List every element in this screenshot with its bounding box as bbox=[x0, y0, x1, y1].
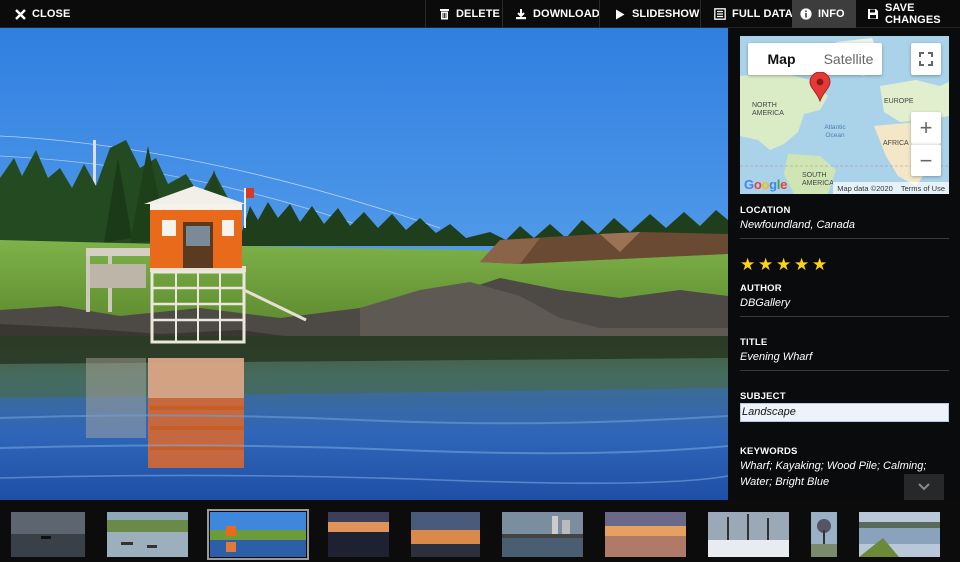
map-data-text: Map data ©2020 bbox=[837, 183, 893, 193]
thumbnail-image bbox=[502, 512, 583, 557]
download-icon bbox=[515, 8, 527, 20]
author-label: AUTHOR bbox=[740, 283, 782, 294]
divider bbox=[740, 370, 949, 371]
location-label: LOCATION bbox=[740, 205, 791, 216]
close-button[interactable]: CLOSE bbox=[6, 0, 78, 28]
trash-icon bbox=[438, 8, 450, 20]
thumbnail-image bbox=[605, 512, 686, 557]
thumbnail[interactable] bbox=[502, 512, 583, 557]
toolbar: CLOSE DELETE DOWNLOAD SLIDESHOW FULL DAT… bbox=[0, 0, 960, 28]
thumbnail-selected[interactable] bbox=[207, 509, 309, 560]
map-footer: Map data ©2020 Terms of Use bbox=[833, 182, 949, 194]
filmstrip bbox=[0, 500, 960, 562]
star-icon[interactable]: ★ bbox=[758, 256, 773, 273]
location-map[interactable]: Map Satellite + − NORTH AMERICA Atlantic… bbox=[740, 36, 949, 194]
info-panel: Map Satellite + − NORTH AMERICA Atlantic… bbox=[728, 28, 960, 500]
fullscreen-button[interactable] bbox=[911, 43, 941, 75]
title-label: TITLE bbox=[740, 337, 768, 348]
slideshow-button[interactable]: SLIDESHOW bbox=[606, 0, 708, 28]
info-icon bbox=[800, 8, 812, 20]
thumbnail-image bbox=[411, 512, 480, 557]
close-label: CLOSE bbox=[32, 8, 71, 20]
subject-label: SUBJECT bbox=[740, 391, 786, 402]
download-label: DOWNLOAD bbox=[533, 8, 600, 20]
delete-label: DELETE bbox=[456, 8, 500, 20]
thumbnail-image bbox=[328, 512, 389, 557]
thumbnail[interactable] bbox=[11, 512, 85, 557]
zoom-out-button[interactable]: − bbox=[911, 144, 941, 176]
save-changes-label: SAVE CHANGES bbox=[885, 2, 941, 26]
save-changes-button[interactable]: SAVE CHANGES bbox=[859, 0, 960, 28]
thumbnail[interactable] bbox=[328, 512, 389, 557]
africa-label: AFRICA bbox=[883, 140, 909, 147]
full-data-label: FULL DATA bbox=[732, 8, 793, 20]
star-icon[interactable]: ★ bbox=[812, 256, 827, 273]
satellite-tab[interactable]: Satellite bbox=[815, 43, 882, 75]
thumbnail[interactable] bbox=[411, 512, 480, 557]
star-icon[interactable]: ★ bbox=[794, 256, 809, 273]
scroll-down-button[interactable] bbox=[904, 474, 944, 500]
thumbnail[interactable] bbox=[811, 512, 837, 557]
thumbnail-image bbox=[11, 512, 85, 557]
map-pin-icon bbox=[809, 71, 831, 107]
map-tab[interactable]: Map bbox=[748, 43, 815, 75]
full-data-button[interactable]: FULL DATA bbox=[706, 0, 801, 28]
thumbnail-image bbox=[708, 512, 789, 557]
europe-label: EUROPE bbox=[884, 98, 914, 105]
save-icon bbox=[867, 8, 879, 20]
download-button[interactable]: DOWNLOAD bbox=[507, 0, 608, 28]
slideshow-label: SLIDESHOW bbox=[632, 8, 700, 20]
location-value: Newfoundland, Canada bbox=[740, 219, 855, 231]
delete-button[interactable]: DELETE bbox=[430, 0, 508, 28]
thumbnail-image bbox=[210, 512, 306, 557]
star-icon[interactable]: ★ bbox=[776, 256, 791, 273]
zoom-in-button[interactable]: + bbox=[911, 112, 941, 144]
thumbnail-image bbox=[811, 512, 837, 557]
chevron-down-icon bbox=[918, 480, 930, 494]
info-label: INFO bbox=[818, 8, 845, 20]
thumbnail[interactable] bbox=[708, 512, 789, 557]
north-america-label: NORTH AMERICA bbox=[752, 102, 784, 117]
divider bbox=[740, 316, 949, 317]
close-icon bbox=[14, 8, 26, 20]
thumbnail-image bbox=[107, 512, 188, 557]
fullscreen-icon bbox=[919, 46, 933, 72]
title-value[interactable]: Evening Wharf bbox=[740, 349, 945, 365]
atlantic-label: Atlantic Ocean bbox=[824, 124, 846, 139]
terms-link[interactable]: Terms of Use bbox=[901, 184, 945, 193]
google-logo: Google bbox=[744, 177, 788, 192]
author-value[interactable]: DBGallery bbox=[740, 295, 945, 311]
document-list-icon bbox=[714, 8, 726, 20]
star-rating[interactable]: ★ ★ ★ ★ ★ bbox=[740, 256, 827, 273]
map-type-toggle: Map Satellite bbox=[748, 43, 882, 75]
divider bbox=[740, 238, 949, 239]
thumbnail[interactable] bbox=[605, 512, 686, 557]
main-photo[interactable] bbox=[0, 28, 728, 500]
thumbnail[interactable] bbox=[859, 512, 940, 557]
keywords-label: KEYWORDS bbox=[740, 446, 798, 457]
info-button[interactable]: INFO bbox=[792, 0, 856, 28]
play-icon bbox=[614, 8, 626, 20]
photo-canvas bbox=[0, 28, 728, 500]
thumbnail-image bbox=[859, 512, 940, 557]
thumbnail[interactable] bbox=[107, 512, 188, 557]
star-icon[interactable]: ★ bbox=[740, 256, 755, 273]
subject-field[interactable]: Landscape bbox=[740, 403, 949, 422]
